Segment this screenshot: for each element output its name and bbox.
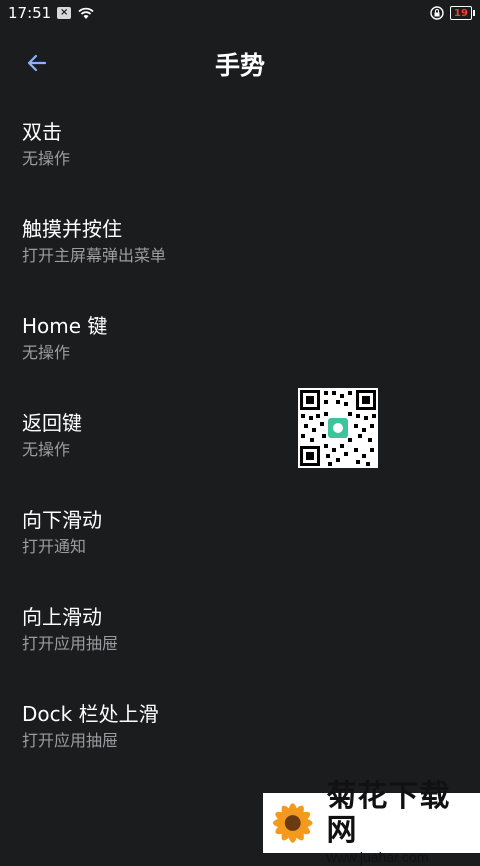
setting-value: 无操作	[22, 148, 71, 168]
wifi-icon	[78, 7, 94, 19]
setting-value: 打开通知	[22, 536, 87, 556]
gesture-settings-list: 双击 无操作 触摸并按住 打开主屏幕弹出菜单 Home 键 无操作 返回键 无操…	[0, 96, 480, 775]
setting-title: 向下滑动	[22, 507, 102, 532]
setting-title: Dock 栏处上滑	[22, 701, 159, 726]
setting-dock-swipe-up[interactable]: Dock 栏处上滑 打开应用抽屉	[0, 678, 480, 775]
setting-double-tap[interactable]: 双击 无操作	[0, 96, 480, 193]
setting-value: 无操作	[22, 342, 71, 362]
lock-rotation-icon	[430, 6, 444, 20]
setting-title: 返回键	[22, 410, 82, 435]
flower-logo-icon	[272, 803, 313, 843]
watermark-title: 菊花下载网	[326, 779, 451, 848]
setting-value: 打开应用抽屉	[22, 730, 119, 750]
battery-level: 19	[454, 7, 468, 19]
watermark-url: www.juahar.com	[326, 849, 429, 865]
setting-title: Home 键	[22, 313, 108, 338]
setting-swipe-down[interactable]: 向下滑动 打开通知	[0, 484, 480, 581]
setting-back-key[interactable]: 返回键 无操作	[0, 387, 480, 484]
app-header: 手势	[0, 26, 480, 96]
status-time: 17:51	[8, 4, 52, 22]
setting-title: 双击	[22, 119, 62, 144]
qr-code-image	[298, 388, 378, 468]
setting-home-key[interactable]: Home 键 无操作	[0, 290, 480, 387]
setting-title: 向上滑动	[22, 604, 102, 629]
status-bar: 17:51 × 19	[0, 0, 480, 26]
battery-icon: 19	[450, 6, 475, 20]
setting-long-press[interactable]: 触摸并按住 打开主屏幕弹出菜单	[0, 193, 480, 290]
notification-x-icon: ×	[57, 7, 72, 19]
watermark-badge: 菊花下载网 www.juahar.com	[263, 780, 480, 865]
page-title: 手势	[214, 51, 265, 80]
setting-value: 打开应用抽屉	[22, 633, 119, 653]
setting-value: 打开主屏幕弹出菜单	[22, 245, 167, 265]
setting-value: 无操作	[22, 439, 71, 459]
setting-title: 触摸并按住	[22, 216, 122, 241]
setting-swipe-up[interactable]: 向上滑动 打开应用抽屉	[0, 581, 480, 678]
